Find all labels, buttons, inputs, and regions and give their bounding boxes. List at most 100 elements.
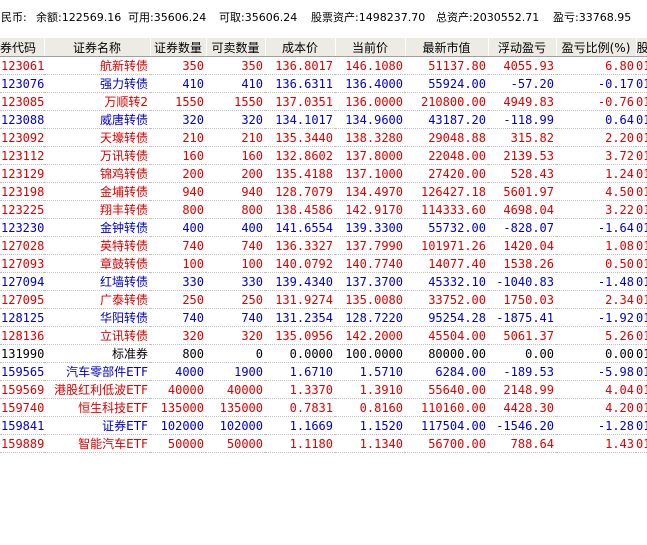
- account-summary-bar: 民币: 余额:122569.16 可用:35606.24 可取:35606.24…: [0, 0, 647, 31]
- table-row[interactable]: 128125 华阳转债 740 740 131.2354 128.7220 95254.28…: [0, 308, 647, 327]
- column-header-pnl[interactable]: 浮动盈亏: [488, 38, 557, 57]
- cell-quantity: 1550: [150, 92, 206, 111]
- table-row[interactable]: 159889 智能汽车ETF 50000 50000 1.1180 1.1340 56700…: [0, 434, 647, 453]
- positions-table[interactable]: 券代码证券名称证券数量可卖数量成本价当前价最新市值浮动盈亏盈亏比例(%)股东代 …: [0, 38, 647, 453]
- column-header-code[interactable]: 券代码: [0, 38, 45, 57]
- column-header-sellable[interactable]: 可卖数量: [206, 38, 266, 57]
- cell-quantity: 200: [150, 164, 206, 183]
- cell-holder: 01041: [636, 290, 647, 309]
- cell-name: 金埔转债: [44, 182, 150, 201]
- cell-holder: 01041: [636, 128, 647, 147]
- cell-cost: 1.1669: [265, 416, 335, 435]
- cell-name: 智能汽车ETF: [44, 434, 150, 453]
- cell-holder: 01041: [636, 254, 647, 273]
- table-row[interactable]: 128136 立讯转债 320 320 135.0956 142.2000 45504.00…: [0, 326, 647, 345]
- table-row[interactable]: 127094 红墙转债 330 330 139.4340 137.3700 45332.10…: [0, 272, 647, 291]
- cell-code: 123198: [0, 182, 44, 201]
- cell-cost: 135.3440: [265, 128, 335, 147]
- cell-sellable: 740: [206, 236, 265, 255]
- cell-market-value: 110160.00: [405, 398, 488, 417]
- cell-name: 证券ETF: [44, 416, 150, 435]
- cell-price: 1.1340: [335, 434, 405, 453]
- cell-quantity: 940: [150, 182, 206, 201]
- cell-cost: 134.1017: [265, 110, 335, 129]
- cell-pnl-ratio: 1.08: [556, 236, 636, 255]
- cell-quantity: 740: [150, 308, 206, 327]
- cell-sellable: 940: [206, 182, 265, 201]
- cell-price: 137.7990: [335, 236, 405, 255]
- cell-sellable: 320: [206, 110, 265, 129]
- cell-price: 135.0080: [335, 290, 405, 309]
- cell-market-value: 80000.00: [405, 344, 488, 363]
- cell-price: 128.7220: [335, 308, 405, 327]
- cell-name: 万顺转2: [44, 92, 150, 111]
- cell-pnl-ratio: 4.20: [556, 398, 636, 417]
- cell-market-value: 27420.00: [405, 164, 488, 183]
- column-header-holder[interactable]: 股东代: [636, 38, 647, 57]
- cell-price: 136.0000: [335, 92, 405, 111]
- cell-quantity: 102000: [150, 416, 206, 435]
- cell-code: 127094: [0, 272, 44, 291]
- table-row[interactable]: 123112 万讯转债 160 160 132.8602 137.8000 22048.00…: [0, 146, 647, 165]
- cell-floating-pnl: 4428.30: [488, 398, 556, 417]
- positions-grid[interactable]: 券代码证券名称证券数量可卖数量成本价当前价最新市值浮动盈亏盈亏比例(%)股东代 …: [0, 38, 647, 453]
- table-row[interactable]: 127093 章鼓转债 100 100 140.0792 140.7740 14077.40…: [0, 254, 647, 273]
- cell-price: 1.3910: [335, 380, 405, 399]
- column-header-price[interactable]: 当前价: [335, 38, 406, 57]
- table-row[interactable]: 159569 港股红利低波ETF 40000 40000 1.3370 1.3910 556…: [0, 380, 647, 399]
- cell-sellable: 800: [206, 200, 265, 219]
- column-header-qty[interactable]: 证券数量: [150, 38, 207, 57]
- cell-quantity: 400: [150, 218, 206, 237]
- table-row[interactable]: 123198 金埔转债 940 940 128.7079 134.4970 126427.1…: [0, 182, 647, 201]
- table-row[interactable]: 159740 恒生科技ETF 135000 135000 0.7831 0.8160 110…: [0, 398, 647, 417]
- table-row[interactable]: 123225 翔丰转债 800 800 138.4586 142.9170 114333.6…: [0, 200, 647, 219]
- table-row[interactable]: 159841 证券ETF 102000 102000 1.1669 1.1520 11750…: [0, 416, 647, 435]
- column-header-name[interactable]: 证券名称: [44, 38, 151, 57]
- cell-sellable: 50000: [206, 434, 265, 453]
- cell-pnl-ratio: 4.50: [556, 182, 636, 201]
- cell-quantity: 800: [150, 344, 206, 363]
- cell-name: 恒生科技ETF: [44, 398, 150, 417]
- cell-quantity: 320: [150, 110, 206, 129]
- cell-name: 港股红利低波ETF: [44, 380, 150, 399]
- balance-value: 余额:122569.16: [36, 11, 122, 24]
- cell-market-value: 33752.00: [405, 290, 488, 309]
- table-row[interactable]: 127028 英特转债 740 740 136.3327 137.7990 101971.2…: [0, 236, 647, 255]
- cell-cost: 1.3370: [265, 380, 335, 399]
- table-row[interactable]: 131990 标准券 800 0 0.0000 100.0000 80000.00 0.00 0…: [0, 344, 647, 363]
- cell-name: 威唐转债: [44, 110, 150, 129]
- table-row[interactable]: 123092 天壕转债 210 210 135.3440 138.3280 29048.88…: [0, 128, 647, 147]
- table-row[interactable]: 123129 锦鸡转债 200 200 135.4188 137.1000 27420.00…: [0, 164, 647, 183]
- table-row[interactable]: 123230 金钟转债 400 400 141.6554 139.3300 55732.00…: [0, 218, 647, 237]
- cell-code: 159569: [0, 380, 44, 399]
- cell-floating-pnl: 4949.83: [488, 92, 556, 111]
- cell-cost: 136.8017: [265, 56, 335, 75]
- cell-floating-pnl: 5061.37: [488, 326, 556, 345]
- cell-floating-pnl: -1875.41: [488, 308, 556, 327]
- cell-code: 159565: [0, 362, 44, 381]
- profit-value: 盈亏:33768.95: [553, 11, 632, 24]
- cell-price: 134.4970: [335, 182, 405, 201]
- cell-code: 123092: [0, 128, 44, 147]
- cell-sellable: 410: [206, 74, 265, 93]
- column-header-value[interactable]: 最新市值: [405, 38, 489, 57]
- cell-holder: 01041: [636, 164, 647, 183]
- currency-label: 民币:: [1, 11, 27, 24]
- cell-pnl-ratio: 3.22: [556, 200, 636, 219]
- table-row[interactable]: 123076 强力转债 410 410 136.6311 136.4000 55924.00…: [0, 74, 647, 93]
- cell-quantity: 740: [150, 236, 206, 255]
- table-row[interactable]: 159565 汽车零部件ETF 4000 1900 1.6710 1.5710 6284.0…: [0, 362, 647, 381]
- table-row[interactable]: 123088 威唐转债 320 320 134.1017 134.9600 43187.20…: [0, 110, 647, 129]
- cell-price: 1.1520: [335, 416, 405, 435]
- cell-holder: 01041: [636, 362, 647, 381]
- cell-pnl-ratio: -1.48: [556, 272, 636, 291]
- column-header-cost[interactable]: 成本价: [265, 38, 336, 57]
- table-row[interactable]: 123085 万顺转2 1550 1550 137.0351 136.0000 210800…: [0, 92, 647, 111]
- cell-code: 159889: [0, 434, 44, 453]
- column-header-ratio[interactable]: 盈亏比例(%): [556, 38, 637, 57]
- cell-name: 天壕转债: [44, 128, 150, 147]
- cell-holder: 01041: [636, 380, 647, 399]
- table-row[interactable]: 123061 航新转债 350 350 136.8017 146.1080 51137.80…: [0, 56, 647, 75]
- cell-cost: 1.6710: [265, 362, 335, 381]
- table-row[interactable]: 127095 广泰转债 250 250 131.9274 135.0080 33752.00…: [0, 290, 647, 309]
